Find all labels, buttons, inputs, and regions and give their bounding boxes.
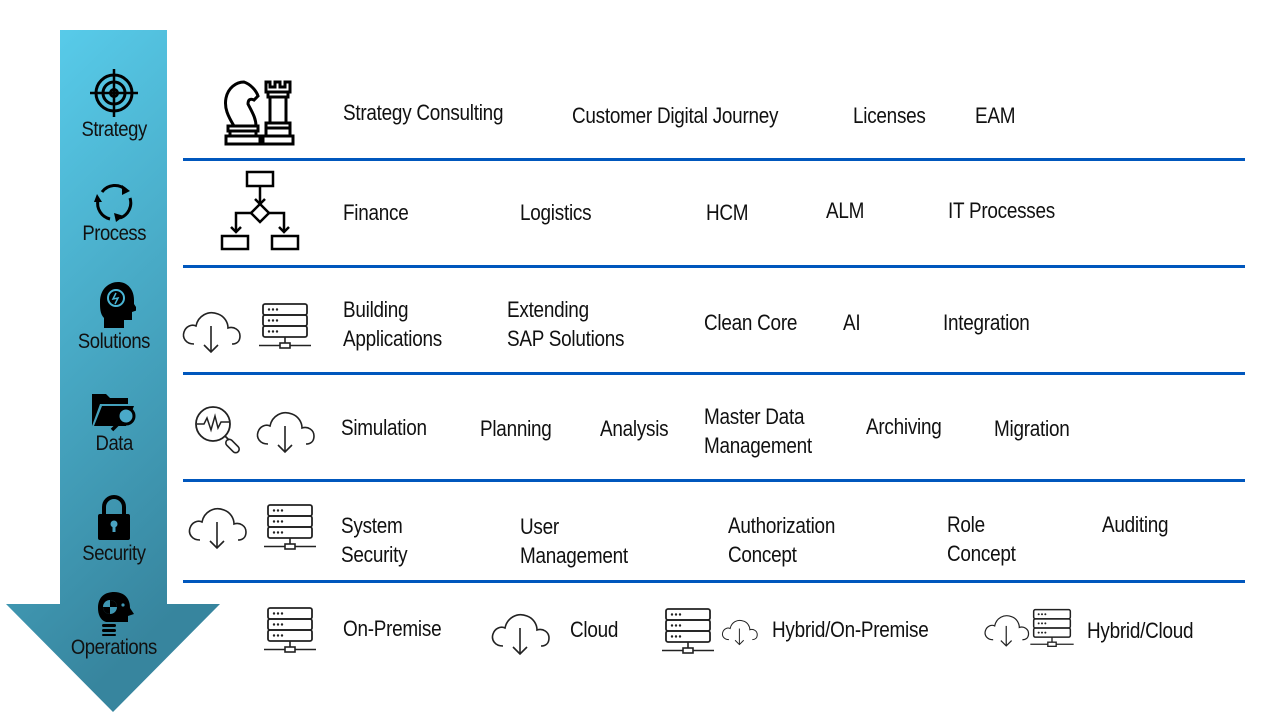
cloud-download-icon xyxy=(721,619,758,646)
row-item: IT Processes xyxy=(948,198,1055,223)
row-item: Integration xyxy=(943,310,1030,335)
target-icon xyxy=(90,69,138,117)
row-separator xyxy=(183,265,1245,268)
deployment-on-premise: On-Premise xyxy=(343,616,442,641)
server-icon xyxy=(264,607,316,653)
row-item: Extending SAP Solutions xyxy=(507,297,625,351)
stage-label: Security xyxy=(82,542,146,565)
row-item: Planning xyxy=(480,416,552,441)
row-item: Auditing xyxy=(1102,512,1169,537)
row-item: Analysis xyxy=(600,416,669,441)
server-icon xyxy=(1030,608,1074,648)
row-item: Strategy Consulting xyxy=(343,100,504,125)
cloud-download-icon xyxy=(984,615,1030,647)
row-item: System Security xyxy=(341,513,408,567)
stage-process: Process xyxy=(56,182,172,246)
row-item: Customer Digital Journey xyxy=(572,103,779,128)
head-lightbulb-icon xyxy=(100,282,136,328)
row-item: Building Applications xyxy=(343,297,442,351)
row-item: Master Data Management xyxy=(704,404,812,458)
stage-operations: Operations xyxy=(56,590,172,660)
row-separator xyxy=(183,158,1245,161)
row-item: Simulation xyxy=(341,415,427,440)
row-separator xyxy=(183,580,1245,583)
stage-label: Process xyxy=(82,222,146,245)
row-item: Migration xyxy=(994,416,1070,441)
refresh-cycle-icon xyxy=(94,184,133,222)
row-item: AI xyxy=(843,310,861,335)
server-icon xyxy=(259,303,311,349)
row-item: HCM xyxy=(706,200,749,225)
row-item: Clean Core xyxy=(704,310,798,335)
row-item: EAM xyxy=(975,103,1016,128)
cloud-download-icon xyxy=(491,613,550,655)
cloud-download-icon xyxy=(256,411,315,453)
row-item: Finance xyxy=(343,200,409,225)
padlock-icon xyxy=(98,495,130,540)
row-separator xyxy=(183,372,1245,375)
analysis-magnifier-icon xyxy=(195,406,240,454)
stage-data: Data xyxy=(56,390,172,456)
row-separator xyxy=(183,479,1245,482)
cloud-download-icon xyxy=(188,507,247,549)
row-item: User Management xyxy=(520,514,628,568)
row-item: Licenses xyxy=(853,103,926,128)
head-gear-icon xyxy=(98,592,134,636)
stage-label: Operations xyxy=(70,636,157,659)
server-icon xyxy=(662,608,714,654)
row-item: Authorization Concept xyxy=(728,513,836,567)
deployment-cloud: Cloud xyxy=(570,617,619,642)
stage-solutions: Solutions xyxy=(56,280,172,354)
folder-search-icon xyxy=(92,394,136,432)
row-item: Archiving xyxy=(866,414,942,439)
stage-label: Solutions xyxy=(77,330,151,353)
chess-pieces-icon xyxy=(224,80,295,146)
stage-label: Data xyxy=(95,432,133,455)
row-item: ALM xyxy=(826,198,865,223)
stage-security: Security xyxy=(56,494,172,566)
row-item: Logistics xyxy=(520,200,592,225)
server-icon xyxy=(264,504,316,550)
deployment-hybrid-on-premise: Hybrid/On-Premise xyxy=(772,617,929,642)
stage-strategy: Strategy xyxy=(56,68,172,142)
cloud-download-icon xyxy=(182,311,241,353)
flowchart-icon xyxy=(220,170,300,251)
stage-label: Strategy xyxy=(81,118,147,141)
row-item: Role Concept xyxy=(947,512,1016,566)
deployment-hybrid-cloud: Hybrid/Cloud xyxy=(1087,618,1194,643)
